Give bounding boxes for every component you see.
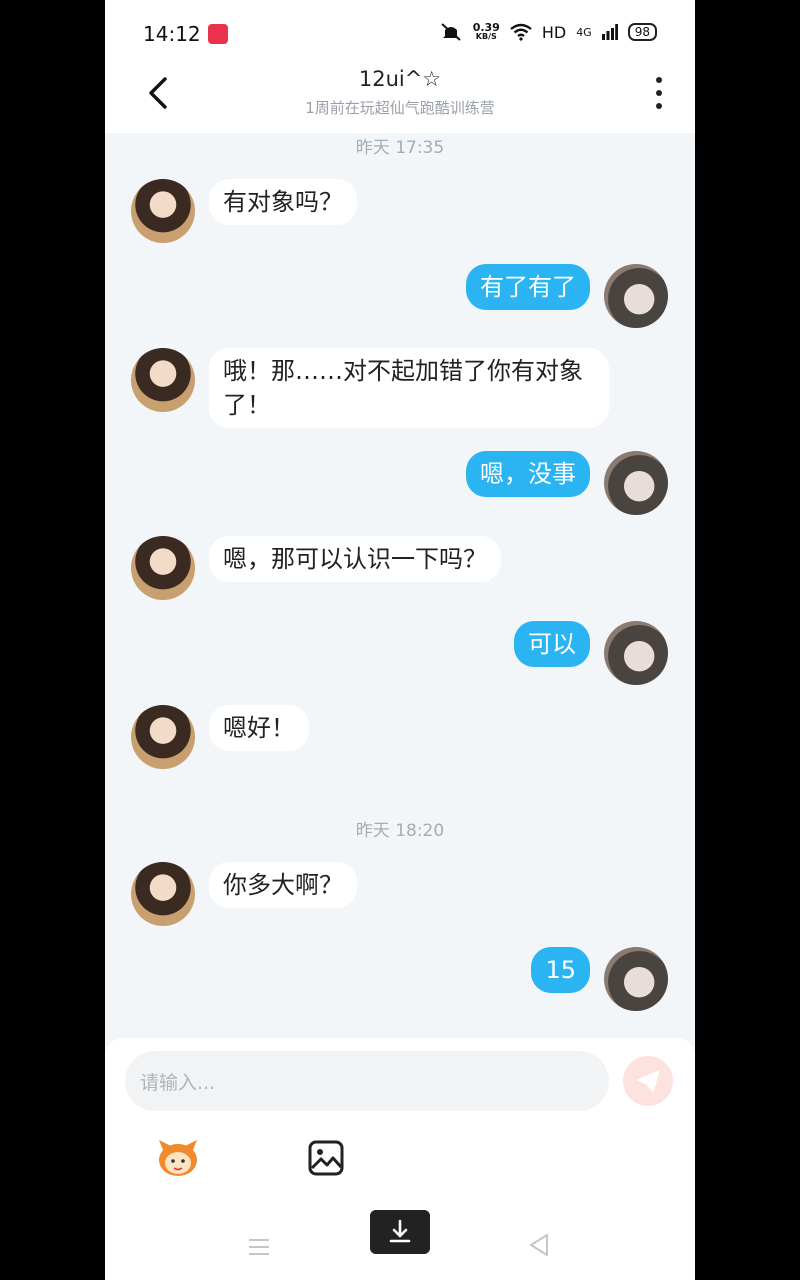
network-type: 4G bbox=[576, 25, 592, 39]
nav-back-icon[interactable] bbox=[527, 1232, 551, 1258]
message-input[interactable]: 请输入... bbox=[125, 1051, 609, 1111]
avatar-contact[interactable] bbox=[131, 348, 195, 412]
timestamp: 昨天 17:35 bbox=[355, 138, 445, 158]
message-outgoing: 嗯，没事 bbox=[466, 451, 590, 497]
message-outgoing: 15 bbox=[531, 947, 590, 993]
avatar-contact[interactable] bbox=[131, 862, 195, 926]
input-placeholder: 请输入... bbox=[140, 1072, 216, 1094]
timestamp: 昨天 18:20 bbox=[355, 821, 445, 841]
signal-icon bbox=[601, 24, 618, 40]
message-list[interactable]: 昨天 17:35 有对象吗？ 有了有了 哦！那……对不起加错了你有对象 了！ 嗯… bbox=[105, 133, 695, 1038]
message-outgoing: 可以 bbox=[514, 621, 590, 667]
mascot-emoji-icon[interactable] bbox=[155, 1138, 201, 1178]
avatar-self[interactable] bbox=[604, 621, 668, 685]
more-vertical-icon[interactable] bbox=[655, 77, 663, 109]
mute-icon bbox=[441, 23, 461, 41]
send-icon[interactable] bbox=[623, 1056, 673, 1106]
avatar-contact[interactable] bbox=[131, 179, 195, 243]
avatar-contact[interactable] bbox=[131, 536, 195, 600]
avatar-contact[interactable] bbox=[131, 705, 195, 769]
message-outgoing: 有了有了 bbox=[466, 264, 590, 310]
phone-screen: 14:12 0.39 KB/S HD 4G 98 12ui^☆ 1周前在玩超仙气… bbox=[105, 0, 695, 1280]
input-area: 请输入... bbox=[105, 1038, 695, 1280]
message-incoming: 嗯好！ bbox=[209, 705, 309, 751]
message-incoming: 哦！那……对不起加错了你有对象 了！ bbox=[209, 348, 609, 428]
menu-icon[interactable] bbox=[247, 1238, 271, 1256]
contact-status: 1周前在玩超仙气跑酷训练营 bbox=[305, 99, 495, 117]
message-incoming: 有对象吗？ bbox=[209, 179, 357, 225]
status-time: 14:12 bbox=[143, 22, 201, 46]
avatar-self[interactable] bbox=[604, 947, 668, 1011]
image-icon[interactable] bbox=[308, 1140, 344, 1176]
wifi-icon bbox=[510, 23, 532, 41]
message-incoming: 嗯，那可以认识一下吗？ bbox=[209, 536, 501, 582]
contact-name: 12ui^☆ bbox=[358, 67, 442, 91]
network-speed: 0.39 KB/S bbox=[472, 21, 500, 41]
app-notification-icon bbox=[208, 24, 228, 44]
message-incoming: 你多大啊？ bbox=[209, 862, 357, 908]
system-nav-bar bbox=[105, 1208, 695, 1278]
battery-indicator: 98 bbox=[627, 23, 657, 41]
avatar-self[interactable] bbox=[604, 451, 668, 515]
status-icons: 0.39 KB/S HD 4G 98 bbox=[439, 22, 657, 42]
download-icon[interactable] bbox=[370, 1210, 430, 1254]
chat-header: 12ui^☆ 1周前在玩超仙气跑酷训练营 bbox=[105, 55, 695, 133]
hd-label: HD bbox=[541, 22, 567, 42]
avatar-self[interactable] bbox=[604, 264, 668, 328]
